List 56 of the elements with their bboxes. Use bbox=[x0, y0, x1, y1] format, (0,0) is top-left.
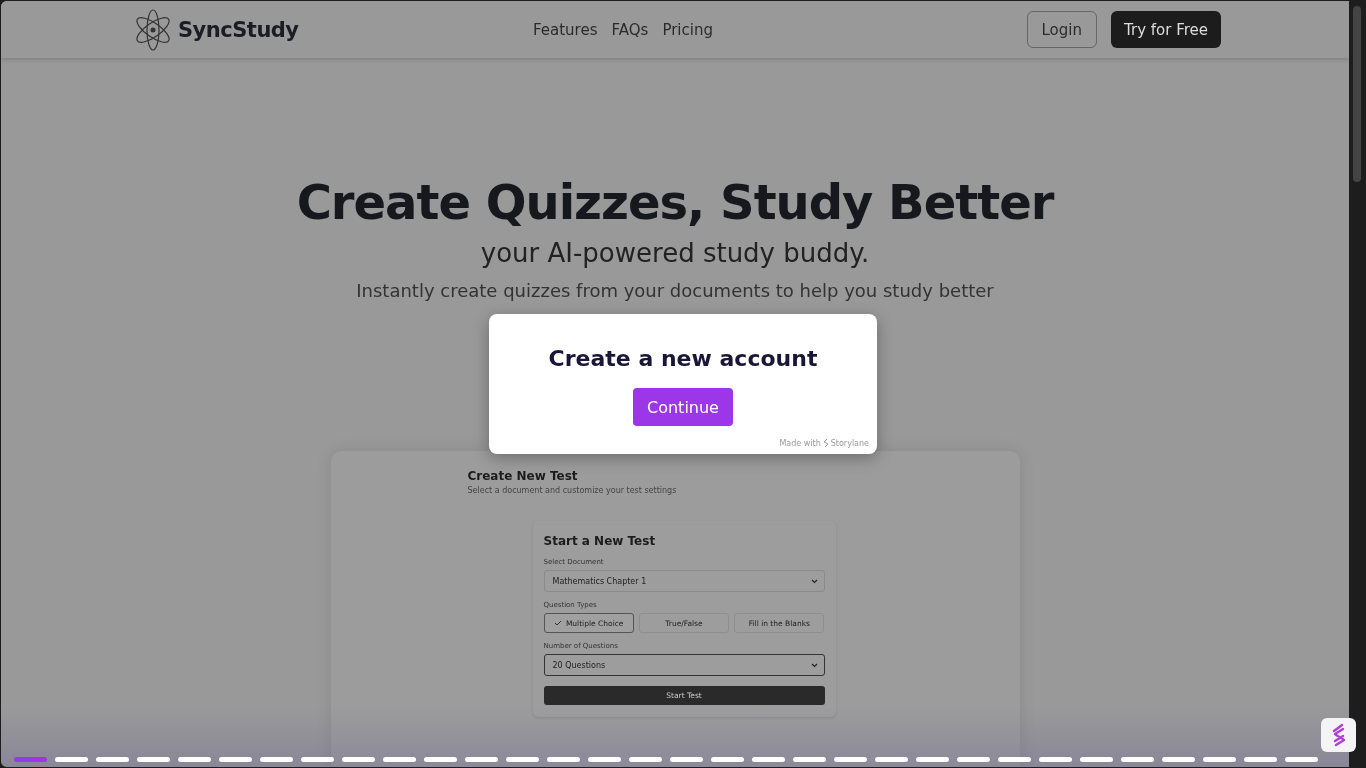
credit-text: Made with bbox=[779, 438, 821, 448]
brand-logo[interactable]: SyncStudy bbox=[178, 17, 299, 42]
progress-step[interactable] bbox=[55, 757, 88, 762]
progress-step[interactable] bbox=[1203, 757, 1236, 762]
progress-step[interactable] bbox=[793, 757, 826, 762]
question-count-select[interactable]: 20 Questions bbox=[543, 654, 825, 676]
progress-step[interactable] bbox=[383, 757, 416, 762]
try-free-button[interactable]: Try for Free bbox=[1111, 11, 1221, 48]
hero-description: Instantly create quizzes from your documents to help you study better bbox=[355, 280, 995, 301]
check-icon bbox=[553, 620, 562, 626]
modal-title: Create a new account bbox=[548, 346, 818, 371]
hero-title: Create Quizzes, Study Better bbox=[295, 173, 1056, 232]
progress-step[interactable] bbox=[178, 757, 211, 762]
document-select[interactable]: Mathematics Chapter 1 bbox=[543, 570, 825, 592]
progress-step[interactable] bbox=[219, 757, 252, 762]
chevron-icon bbox=[810, 578, 818, 584]
progress-step[interactable] bbox=[96, 757, 129, 762]
progress-step[interactable] bbox=[957, 757, 990, 762]
progress-step[interactable] bbox=[14, 757, 47, 762]
login-button[interactable]: Login bbox=[1026, 11, 1097, 48]
progress-step[interactable] bbox=[834, 757, 867, 762]
progress-step[interactable] bbox=[875, 757, 908, 762]
continue-button[interactable]: Continue bbox=[633, 388, 733, 426]
atom-icon bbox=[133, 7, 173, 52]
progress-step[interactable] bbox=[1121, 757, 1154, 762]
progress-step[interactable] bbox=[260, 757, 293, 762]
demo-subheading: Select a document and customize your test settings bbox=[467, 486, 678, 495]
progress-step[interactable] bbox=[301, 757, 334, 762]
progress-step[interactable] bbox=[1244, 757, 1277, 762]
chevron-icon bbox=[810, 662, 818, 668]
progress-step[interactable] bbox=[137, 757, 170, 762]
demo-heading: Create New Test bbox=[467, 469, 579, 483]
progress-step[interactable] bbox=[1039, 757, 1072, 762]
progress-step[interactable] bbox=[916, 757, 949, 762]
progress-step[interactable] bbox=[424, 757, 457, 762]
progress-step[interactable] bbox=[1080, 757, 1113, 762]
nav-link[interactable]: FAQs bbox=[611, 20, 649, 39]
storylane-icon bbox=[822, 438, 829, 448]
nav-link[interactable]: Pricing bbox=[662, 20, 713, 39]
progress-step[interactable] bbox=[547, 757, 580, 762]
progress-step[interactable] bbox=[506, 757, 539, 762]
progress-step[interactable] bbox=[588, 757, 621, 762]
storylane-widget[interactable] bbox=[1321, 718, 1356, 752]
progress-step[interactable] bbox=[670, 757, 703, 762]
progress-step[interactable] bbox=[1162, 757, 1195, 762]
form-title: Start a New Test bbox=[543, 534, 657, 548]
progress-step[interactable] bbox=[711, 757, 744, 762]
scrollbar-thumb[interactable] bbox=[1353, 6, 1361, 182]
progress-step[interactable] bbox=[465, 757, 498, 762]
progress-step[interactable] bbox=[998, 757, 1031, 762]
progress-step[interactable] bbox=[342, 757, 375, 762]
progress-step[interactable] bbox=[1285, 757, 1318, 762]
progress-step[interactable] bbox=[629, 757, 662, 762]
hero-subtitle: your AI-powered study buddy. bbox=[479, 238, 871, 268]
progress-step[interactable] bbox=[752, 757, 785, 762]
nav-link[interactable]: Features bbox=[533, 20, 598, 39]
